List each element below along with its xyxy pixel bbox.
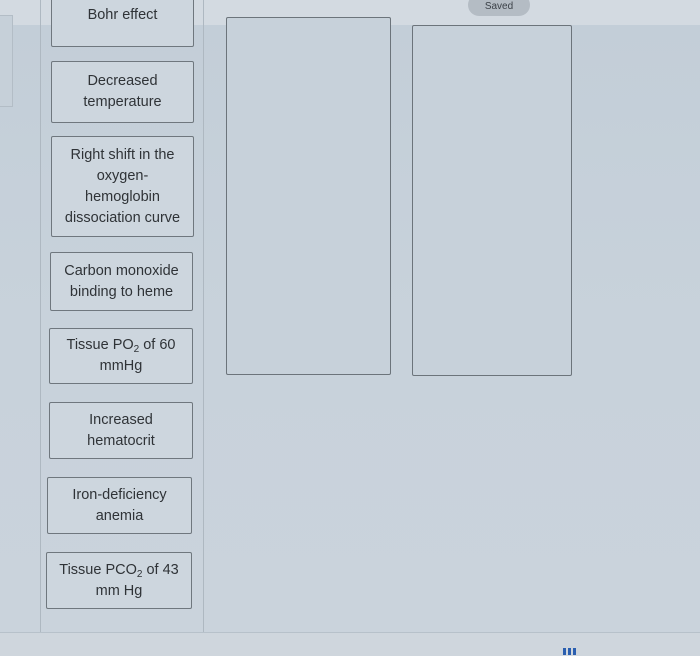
tile-bohr-effect[interactable]: Bohr effect <box>51 0 194 47</box>
tile-label: Bohr effect <box>87 7 158 23</box>
tile-label: Increased hematocrit <box>87 411 155 449</box>
divider <box>40 0 41 632</box>
tile-tissue-po2[interactable]: Tissue PO2 of 60 mmHg <box>49 328 193 384</box>
divider <box>203 0 204 632</box>
tile-label: Tissue PO2 of 60 mmHg <box>59 335 184 377</box>
grid-icon[interactable] <box>563 648 576 655</box>
tile-label: Tissue PCO2 of 43 mm Hg <box>54 560 184 602</box>
tile-tissue-pco2[interactable]: Tissue PCO2 of 43 mm Hg <box>46 552 192 609</box>
tile-increased-hematocrit[interactable]: Increased hematocrit <box>49 402 193 459</box>
label-text: Tissue PO <box>66 337 134 353</box>
tile-label: Iron-deficiency anemia <box>72 486 167 524</box>
label-text: Tissue PCO <box>59 561 137 578</box>
tile-decreased-temperature[interactable]: Decreased temperature <box>51 61 194 123</box>
tile-iron-deficiency[interactable]: Iron-deficiency anemia <box>47 477 192 534</box>
bottom-bar <box>0 632 700 656</box>
side-panel-edge <box>0 15 13 107</box>
tile-label: Right shift in the oxygen-hemoglobin dis… <box>64 146 181 226</box>
tile-right-shift[interactable]: Right shift in the oxygen-hemoglobin dis… <box>51 136 194 237</box>
tile-label: Decreased temperature <box>83 73 162 110</box>
tile-label: Carbon monoxide binding to heme <box>64 262 179 300</box>
drop-zone-2[interactable] <box>412 25 572 376</box>
saved-status-badge: Saved <box>468 0 530 16</box>
tile-carbon-monoxide[interactable]: Carbon monoxide binding to heme <box>50 252 193 311</box>
drop-zone-1[interactable] <box>226 17 391 375</box>
saved-label: Saved <box>484 0 514 12</box>
